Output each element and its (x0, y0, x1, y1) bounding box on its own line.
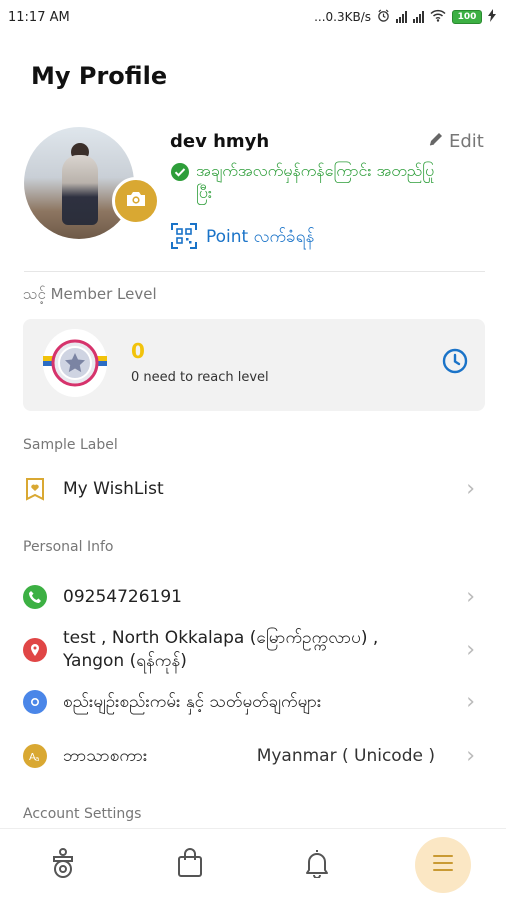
nav-menu[interactable] (415, 837, 471, 893)
wishlist-row[interactable]: My WishList › (23, 476, 485, 502)
wifi-icon (430, 9, 446, 25)
qr-scan-icon (170, 222, 198, 255)
chevron-right-icon: › (466, 637, 475, 663)
chevron-right-icon: › (466, 689, 475, 715)
info-circle-icon (23, 690, 47, 714)
location-pin-icon (23, 638, 47, 662)
alarm-icon (377, 9, 390, 25)
avatar-photo (24, 127, 134, 239)
member-level-card[interactable]: 0 0 need to reach level (23, 319, 485, 411)
shopping-bag-icon (177, 848, 203, 882)
point-label: Point လက်ခံရန် (206, 227, 315, 247)
change-photo-button[interactable] (112, 177, 160, 225)
battery-icon: 100 (452, 10, 482, 24)
verified-text: အချက်အလက်မှန်ကန်ကြောင်း အတည်ပြုပြီး (196, 161, 435, 202)
pencil-icon (428, 131, 444, 152)
status-bar: 11:17 AM ...0.3KB/s 100 (0, 0, 506, 34)
nav-shop[interactable] (164, 839, 216, 891)
net-speed: ...0.3KB/s (314, 10, 371, 24)
language-icon: Aa (23, 744, 47, 768)
chevron-right-icon: › (466, 476, 475, 502)
terms-row[interactable]: စည်းမျဉ်းစည်းကမ်း နှင့် သတ်မှတ်ချက်များ … (23, 689, 485, 715)
chevron-right-icon: › (466, 743, 475, 769)
edit-profile-button[interactable]: Edit (428, 131, 484, 152)
level-history-button[interactable] (441, 347, 469, 375)
check-circle-icon (170, 162, 190, 186)
member-badge-icon (43, 329, 107, 397)
pacifier-icon (49, 847, 77, 883)
phone-icon (23, 585, 47, 609)
bell-icon (304, 848, 330, 882)
account-settings-heading: Account Settings (23, 806, 142, 822)
menu-icon (432, 853, 454, 877)
member-level-heading: သင့် Member Level (23, 285, 157, 303)
nav-notifications[interactable] (291, 839, 343, 891)
page-title: My Profile (31, 62, 168, 90)
phone-number: 09254726191 (63, 586, 182, 607)
bottom-navigation (0, 828, 506, 900)
status-time: 11:17 AM (8, 9, 70, 25)
wishlist-label: My WishList (63, 478, 164, 499)
address-text: test , North Okkalapa (မြောက်ဥက္ကလာပ) , … (63, 628, 379, 671)
status-icons: ...0.3KB/s 100 (314, 9, 496, 25)
camera-icon (125, 190, 147, 212)
personal-info-heading: Personal Info (23, 539, 114, 555)
signal-icon (396, 11, 407, 23)
verified-status: အချက်အလက်မှန်ကန်ကြောင်း အတည်ပြုပြီး (170, 160, 446, 204)
svg-text:a: a (35, 755, 39, 763)
language-label: ဘာသာစကား (63, 745, 148, 766)
charging-icon (488, 9, 496, 25)
address-row[interactable]: test , North Okkalapa (မြောက်ဥက္ကလာပ) , … (23, 626, 485, 674)
signal-icon (413, 11, 424, 23)
sample-label-heading: Sample Label (23, 437, 118, 453)
chevron-right-icon: › (466, 584, 475, 610)
user-name: dev hmyh (170, 131, 270, 152)
divider (24, 271, 485, 272)
level-description: 0 need to reach level (131, 370, 269, 385)
wishlist-icon (23, 477, 47, 501)
nav-home[interactable] (37, 839, 89, 891)
terms-label: စည်းမျဉ်းစည်းကမ်း နှင့် သတ်မှတ်ချက်များ (63, 691, 322, 712)
point-link[interactable]: Point လက်ခံရန် (170, 222, 314, 255)
level-value: 0 (131, 339, 145, 363)
phone-row[interactable]: 09254726191 › (23, 584, 485, 610)
avatar[interactable] (24, 127, 134, 239)
language-value: Myanmar ( Unicode ) (256, 746, 435, 766)
edit-label: Edit (449, 131, 484, 152)
language-row[interactable]: Aa ဘာသာစကား Myanmar ( Unicode ) › (23, 743, 485, 769)
clock-icon (441, 348, 469, 379)
